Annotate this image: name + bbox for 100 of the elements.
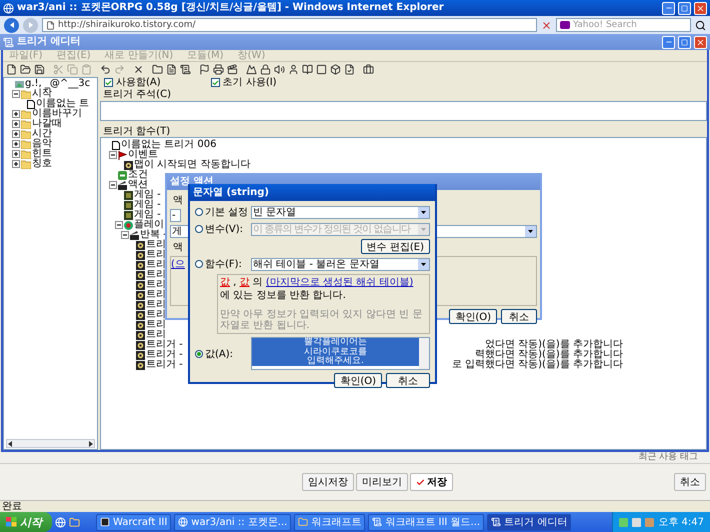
taskbar-button[interactable]: war3/ani :: 포켓몬... (174, 514, 292, 530)
cancel-button[interactable]: 취소 (386, 373, 430, 388)
maximize-button[interactable] (678, 36, 691, 48)
tree-item[interactable]: 게임 - (134, 190, 161, 200)
tree-item[interactable]: 트리 (146, 290, 166, 300)
box-icon[interactable] (330, 64, 341, 75)
close-button[interactable] (694, 36, 707, 48)
parameter-link[interactable]: 값 (240, 277, 250, 288)
page-button[interactable]: 임시저장 (302, 473, 354, 491)
tree-item[interactable]: 트리 (146, 330, 166, 340)
value-field[interactable]: 뿔각플레이어는 시라이쿠로코를 입력해주세요. (251, 337, 430, 370)
tree-item[interactable]: 게임 - (134, 210, 161, 220)
tree-item[interactable]: 시간 (32, 129, 52, 139)
minimize-button[interactable] (662, 2, 675, 14)
person-icon[interactable] (288, 64, 299, 75)
taskbar-button[interactable]: 워크래프트 (294, 514, 366, 530)
save-icon[interactable] (34, 64, 45, 75)
tree-item[interactable]: 맵이 시작되면 작동합니다 (134, 160, 250, 170)
printer-icon[interactable] (213, 64, 224, 75)
browser-icon[interactable] (55, 516, 66, 528)
expand-toggle[interactable] (115, 221, 123, 229)
radio-button[interactable]: 값(A): (195, 346, 251, 360)
tree-item[interactable]: 트리 (146, 260, 166, 270)
tree-item[interactable]: 트리 (146, 270, 166, 280)
table-link[interactable]: (마지막으로 생성된 해쉬 테이블) (266, 277, 414, 288)
description-link[interactable]: (으 (171, 257, 185, 271)
tree-item[interactable]: 시작 (32, 89, 52, 99)
flag-icon[interactable] (199, 64, 210, 75)
cancel-button[interactable]: 취소 (501, 309, 537, 324)
ok-button[interactable]: 확인(O) (334, 373, 382, 388)
tree-item[interactable]: g.!, _@^__3c (25, 79, 90, 89)
tree-item[interactable]: 이름없는 트 (36, 99, 90, 109)
tree-item[interactable]: 힌트 (32, 149, 52, 159)
save-button[interactable]: 저장 (410, 473, 453, 491)
folder-icon[interactable] (152, 64, 163, 75)
undo-icon[interactable] (100, 64, 111, 75)
tree-item[interactable]: 게임 - (134, 200, 161, 210)
expand-toggle[interactable] (109, 181, 117, 189)
document-icon[interactable] (166, 64, 177, 75)
expand-toggle[interactable] (12, 150, 20, 158)
document-icon[interactable] (6, 64, 17, 75)
parameter-link[interactable]: 값 (220, 277, 230, 288)
expand-toggle[interactable] (12, 90, 20, 98)
gear-icon (136, 330, 145, 340)
tree-item[interactable]: 트리거 - (146, 350, 183, 360)
tree-item[interactable]: 플레이 (134, 220, 164, 230)
tree-item[interactable]: 조건 (128, 170, 148, 180)
minimize-button[interactable] (662, 36, 675, 48)
tree-item[interactable]: 트리 (146, 280, 166, 290)
tree-item[interactable]: 이름바꾸기 (32, 109, 82, 119)
dropdown[interactable]: - (170, 209, 181, 222)
tree-item[interactable]: 트리 (146, 250, 166, 260)
ok-button[interactable]: 확인(O) (449, 309, 497, 324)
square-icon[interactable] (316, 64, 327, 75)
expand-toggle[interactable] (12, 160, 20, 168)
tree-item[interactable]: 트리 (146, 240, 166, 250)
expand-toggle[interactable] (12, 110, 20, 118)
expand-toggle[interactable] (12, 140, 20, 148)
radio-button[interactable]: 함수(F): (195, 257, 251, 271)
tree-item[interactable]: 나갈때 (32, 119, 62, 129)
open-folder-icon[interactable] (20, 64, 31, 75)
page-button[interactable]: 미리보기 (356, 473, 408, 491)
mountain-icon[interactable] (246, 64, 257, 75)
back-button[interactable] (4, 18, 19, 32)
x-icon[interactable] (133, 64, 144, 75)
dropdown[interactable]: 해쉬 테이블 - 불러온 문자열 (251, 258, 430, 270)
taskbar-button[interactable]: Warcraft III (96, 514, 172, 530)
briefcase-icon[interactable] (363, 64, 374, 75)
expand-toggle[interactable] (121, 231, 129, 239)
tree-item[interactable]: 칭호 (32, 159, 52, 169)
lock-icon[interactable] (260, 64, 271, 75)
tree-item[interactable]: 트리 (146, 310, 166, 320)
tree-item[interactable]: 트리거 - (146, 340, 183, 350)
scroll-icon[interactable] (180, 64, 191, 75)
tree-item[interactable]: 음악 (32, 139, 52, 149)
initially-on-checkbox[interactable]: 초기 사용(I) (210, 77, 277, 88)
taskbar-button[interactable]: 워크래프트 III 월드... (368, 514, 484, 530)
tree-item[interactable]: 트리 (146, 320, 166, 330)
document-check-icon[interactable] (344, 64, 355, 75)
speaker-icon[interactable] (274, 64, 285, 75)
enabled-checkbox[interactable]: 사용함(A) (104, 77, 161, 88)
radio-button[interactable]: 기본 설정 (195, 205, 251, 219)
maximize-button[interactable] (678, 2, 691, 14)
tree-item[interactable]: 액션 (128, 180, 148, 190)
dropdown[interactable]: 빈 문자열 (251, 206, 430, 218)
tree-item[interactable]: 트리 (146, 300, 166, 310)
close-button[interactable] (694, 2, 707, 14)
clapperboard-icon[interactable] (227, 64, 238, 75)
dropdown-value: - (172, 210, 176, 221)
expand-toggle[interactable] (109, 151, 117, 159)
taskbar-button[interactable]: 트리거 에디터 (487, 514, 572, 530)
cancel-button[interactable]: 취소 (674, 473, 706, 491)
book-icon[interactable] (302, 64, 313, 75)
tree-item[interactable]: 이름없는 트리거 006 (121, 140, 216, 150)
expand-toggle[interactable] (12, 120, 20, 128)
address-field[interactable]: http://shiraikuroko.tistory.com/ (42, 18, 537, 32)
expand-toggle[interactable] (12, 130, 20, 138)
comment-field[interactable] (100, 101, 707, 121)
tree-item[interactable]: 이벤트 (128, 150, 158, 160)
tree-item[interactable]: 트리거 - (146, 360, 183, 370)
